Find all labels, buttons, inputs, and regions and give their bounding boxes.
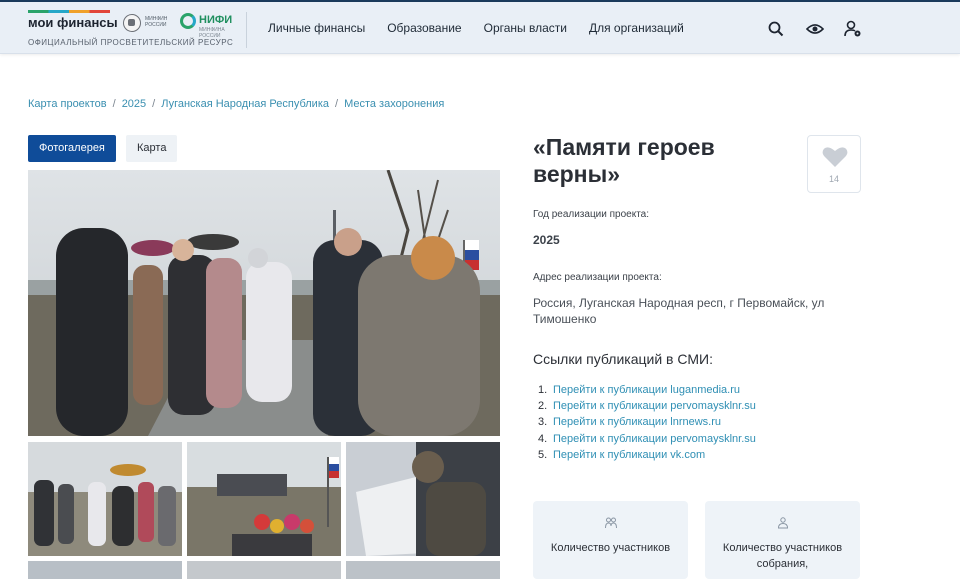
logo-stripe — [28, 10, 110, 13]
stat-card-meeting-participants: Количество участников собрания, — [705, 501, 860, 579]
gallery-main-photo[interactable] — [28, 170, 500, 436]
list-item: 2. Перейти к публикации pervomaysklnr.su — [538, 400, 756, 413]
logo[interactable]: мои финансы ОФИЦИАЛЬНЫЙ ПРОСВЕТИТЕЛЬСКИЙ… — [28, 10, 238, 50]
eye-icon[interactable] — [805, 19, 825, 39]
list-item: 5. Перейти к публикации vk.com — [538, 448, 706, 461]
user-settings-icon[interactable] — [843, 19, 863, 39]
partner-nifi: НИФИ — [199, 14, 233, 26]
tab-map[interactable]: Карта — [126, 135, 178, 162]
nav-item-education[interactable]: Образование — [387, 21, 461, 35]
stat-card-label: Количество участников — [550, 542, 671, 554]
year-label: Год реализации проекта: — [533, 209, 650, 220]
partner-minfin: МИНФИН РОССИИ — [145, 16, 168, 28]
breadcrumb: Карта проектов / 2025 / Луганская Народн… — [28, 98, 444, 110]
nifi-logo-icon — [180, 13, 196, 29]
gallery-thumbnail[interactable] — [28, 561, 182, 579]
logo-tagline: ОФИЦИАЛЬНЫЙ ПРОСВЕТИТЕЛЬСКИЙ РЕСУРС — [28, 38, 234, 47]
stat-card-participants: Количество участников — [533, 501, 688, 579]
gallery-thumbnail[interactable] — [28, 442, 182, 556]
search-icon[interactable] — [766, 19, 786, 39]
tab-photo-gallery[interactable]: Фотогалерея — [28, 135, 116, 162]
address-value: Россия, Луганская Народная респ, г Перво… — [533, 296, 825, 326]
logo-name: мои финансы — [28, 15, 118, 30]
heart-icon — [822, 147, 848, 167]
list-item: 3. Перейти к публикации lnrnews.ru — [538, 416, 722, 429]
year-value: 2025 — [533, 233, 560, 247]
nav-item-personal-finance[interactable]: Личные финансы — [268, 21, 365, 35]
partner-nifi-sub: МИНФИНА РОССИИ — [199, 27, 225, 39]
breadcrumb-separator: / — [152, 98, 156, 110]
project-title: «Памяти героев верны» — [533, 134, 715, 187]
people-icon — [605, 517, 617, 529]
breadcrumb-item-projects-map[interactable]: Карта проектов — [28, 98, 107, 110]
media-links-list: 1. Перейти к публикации luganmedia.ru 2. П… — [538, 382, 756, 463]
main-nav: Личные финансы Образование Органы власти… — [268, 21, 684, 35]
breadcrumb-item-region[interactable]: Луганская Народная Республика — [161, 98, 329, 110]
like-count: 14 — [828, 174, 839, 184]
gallery-thumbnail[interactable] — [187, 561, 341, 579]
media-link[interactable]: Перейти к публикации pervomaysklnr.su — [553, 400, 756, 412]
breadcrumb-separator: / — [335, 98, 339, 110]
media-link[interactable]: Перейти к публикации vk.com — [553, 449, 705, 461]
media-links-title: Ссылки публикаций в СМИ: — [533, 351, 713, 367]
list-item: 1. Перейти к публикации luganmedia.ru — [538, 384, 740, 396]
gallery-thumbnail[interactable] — [346, 442, 500, 556]
media-link[interactable]: Перейти к публикации luganmedia.ru — [553, 384, 740, 396]
breadcrumb-item-year[interactable]: 2025 — [122, 98, 146, 110]
nav-item-organizations[interactable]: Для организаций — [589, 21, 684, 35]
group-icon — [777, 517, 789, 529]
breadcrumb-item-category[interactable]: Места захоронения — [344, 98, 444, 110]
list-item: 4. Перейти к публикации pervomaysklnr.su — [538, 432, 756, 445]
gallery-thumbnail[interactable] — [187, 442, 341, 556]
media-link[interactable]: Перейти к публикации pervomaysklnr.su — [553, 433, 756, 445]
like-button[interactable]: 14 — [807, 135, 861, 193]
gallery-thumbnail[interactable] — [346, 561, 500, 579]
nav-item-authorities[interactable]: Органы власти — [484, 21, 567, 35]
coat-of-arms-icon — [123, 14, 141, 32]
media-link[interactable]: Перейти к публикации lnrnews.ru — [553, 416, 721, 428]
site-header: мои финансы ОФИЦИАЛЬНЫЙ ПРОСВЕТИТЕЛЬСКИЙ… — [0, 2, 960, 54]
header-divider — [246, 12, 247, 48]
address-label: Адрес реализации проекта: — [533, 272, 662, 283]
stat-card-label: Количество участников собрания, — [722, 542, 843, 570]
breadcrumb-separator: / — [112, 98, 116, 110]
